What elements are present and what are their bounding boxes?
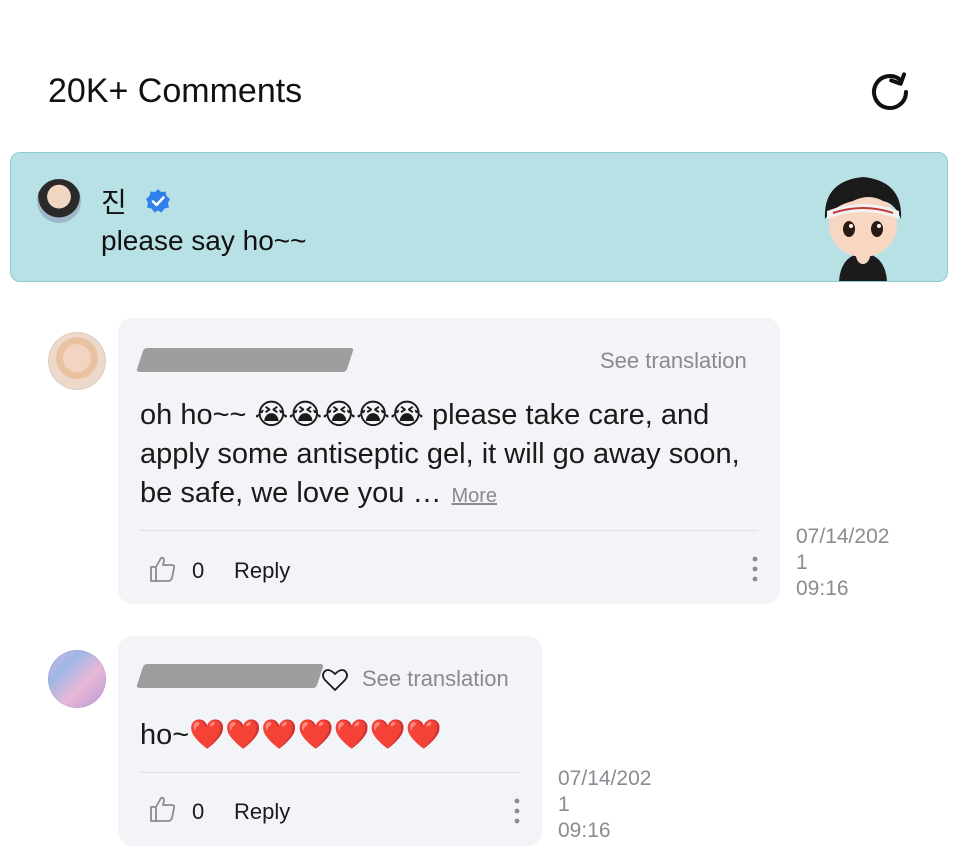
comment-text: ho~❤️❤️❤️❤️❤️❤️❤️	[140, 719, 442, 751]
comment-timestamp: 07/14/202 1 09:16	[796, 525, 890, 600]
comment-bubble: See translation ho~❤️❤️❤️❤️❤️❤️❤️ 0 Repl…	[118, 636, 542, 846]
refresh-icon[interactable]	[866, 68, 914, 116]
see-translation-link[interactable]: See translation	[362, 666, 509, 692]
heart-outline-icon[interactable]	[322, 668, 348, 692]
reply-button[interactable]: Reply	[234, 558, 290, 584]
see-translation-link[interactable]: See translation	[600, 348, 747, 374]
character-sticker-icon	[824, 177, 902, 281]
redacted-username	[136, 348, 354, 372]
comment-timestamp: 07/14/202 1 09:16	[558, 767, 652, 842]
commenter-avatar[interactable]	[48, 332, 106, 390]
like-count: 0	[192, 799, 205, 824]
more-options-icon[interactable]	[750, 554, 760, 584]
pinned-author-avatar[interactable]	[37, 179, 81, 223]
comment-text-content: oh ho~~ 😭😭😭😭😭 please take care, and appl…	[140, 399, 740, 509]
thumbs-up-icon[interactable]	[148, 554, 178, 584]
verified-badge-icon	[146, 189, 170, 213]
comment-text: oh ho~~ 😭😭😭😭😭 please take care, and appl…	[140, 396, 740, 516]
pinned-author-name[interactable]: 진	[101, 181, 127, 221]
more-link[interactable]: More	[451, 485, 497, 507]
comment-divider	[140, 772, 520, 773]
more-options-icon[interactable]	[512, 796, 522, 826]
comment-bubble: See translation oh ho~~ 😭😭😭😭😭 please tak…	[118, 318, 780, 604]
commenter-avatar[interactable]	[48, 650, 106, 708]
like-count: 0	[192, 558, 205, 583]
reply-button[interactable]: Reply	[234, 799, 290, 825]
pinned-comment-text: please say ho~~	[101, 225, 307, 256]
redacted-username	[136, 664, 324, 688]
comment-divider	[140, 530, 758, 531]
thumbs-up-icon[interactable]	[148, 794, 178, 824]
comments-count-title: 20K+ Comments	[48, 72, 303, 110]
comments-header: 20K+ Comments	[0, 0, 960, 150]
pinned-comment[interactable]: 진 please say ho~~	[10, 152, 948, 282]
